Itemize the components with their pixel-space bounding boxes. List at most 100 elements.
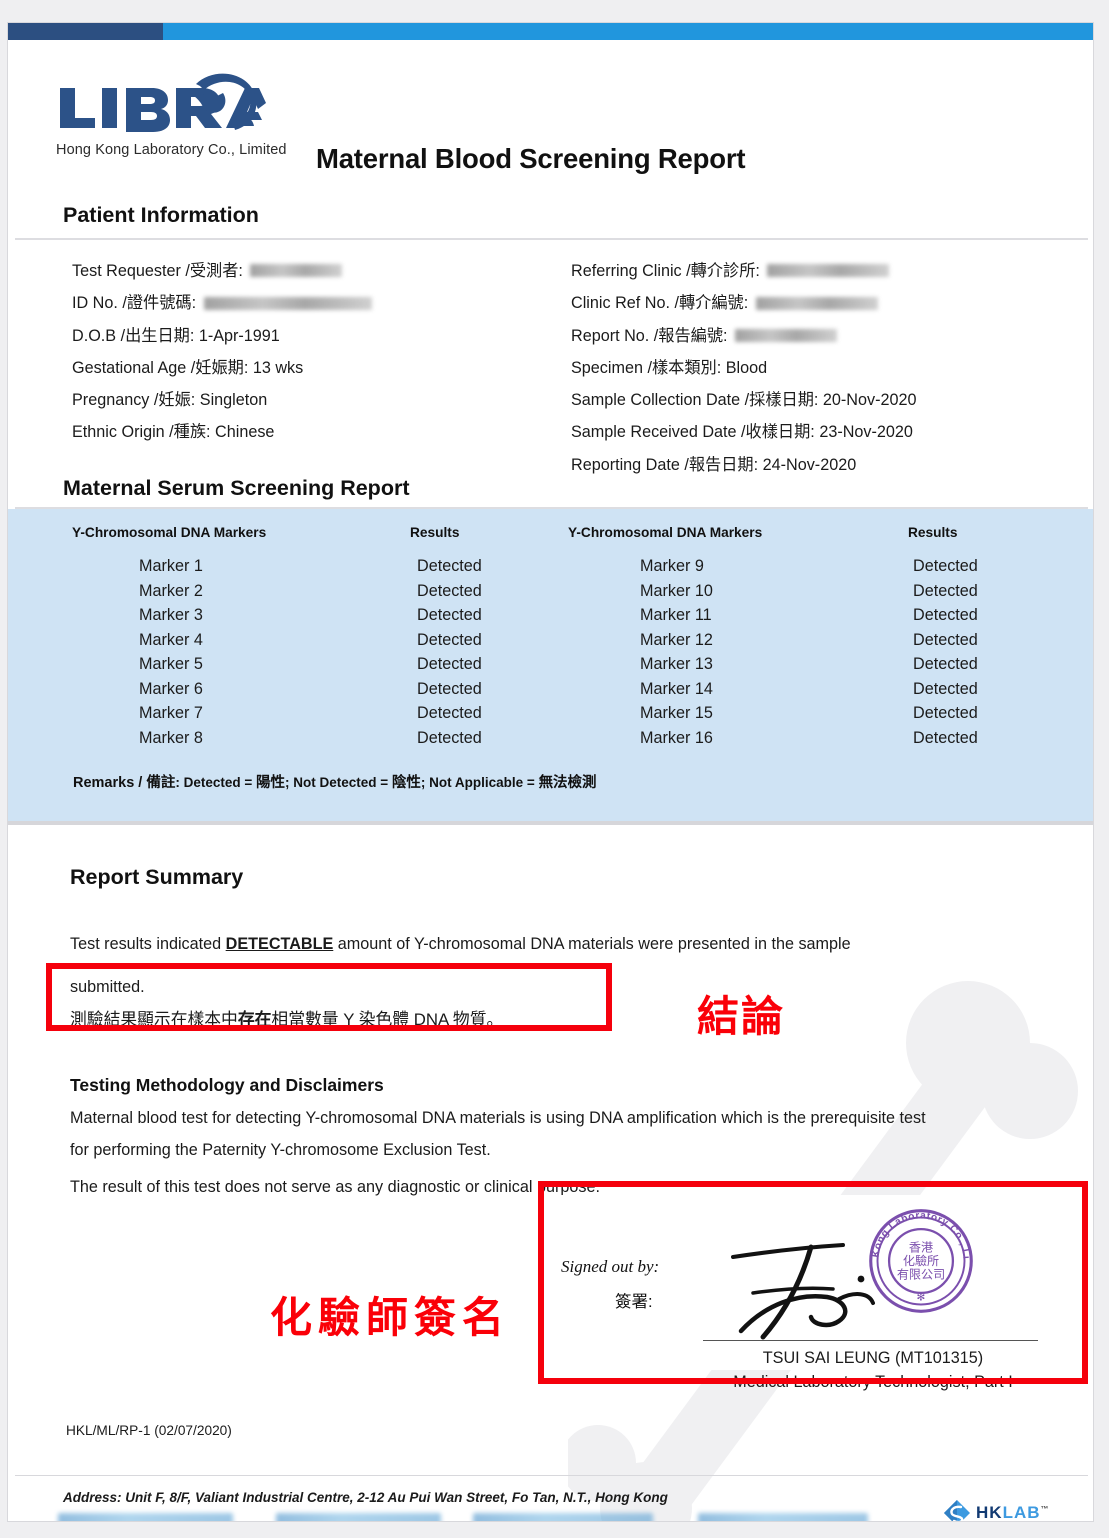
marker-results-panel: Y-Chromosomal DNA Markers Results Y-Chro… — [8, 509, 1093, 825]
marker-result-left: Detected — [417, 679, 482, 698]
patient-field-row: Sample Collection Date /採樣日期: 20-Nov-202… — [571, 384, 917, 416]
field-label: Pregnancy /妊娠: — [72, 391, 200, 410]
table-row: Marker 3 Detected Marker 11 Detected — [8, 606, 1093, 631]
field-label: ID No. /證件號碼: — [72, 294, 201, 313]
table-row: Marker 8 Detected Marker 16 Detected — [8, 729, 1093, 754]
marker-name-left: Marker 1 — [139, 557, 203, 575]
patient-field-row: Ethnic Origin /種族: Chinese — [72, 416, 372, 448]
top-bar-cyan-segment — [163, 23, 1093, 40]
marker-result-left: Detected — [417, 606, 482, 624]
field-value: 20-Nov-2020 — [822, 391, 917, 410]
field-value: 1-Apr-1991 — [198, 326, 280, 345]
patient-info-left-column: Test Requester /受測者: ID No. /證件號碼: D.O.B… — [72, 255, 372, 449]
top-bar-navy-segment — [8, 23, 163, 40]
summary-english-line: Test results indicated DETECTABLE amount… — [70, 935, 1030, 954]
table-row: Marker 5 Detected Marker 13 Detected — [8, 655, 1093, 680]
hklab-footer-logo: HKLAB™ — [943, 1499, 1050, 1522]
marker-name-left: Marker 3 — [139, 606, 203, 624]
field-label: Test Requester /受測者: — [72, 262, 248, 280]
field-value: Singleton — [199, 391, 268, 410]
marker-name-right: Marker 13 — [640, 655, 713, 673]
patient-field-row: Sample Received Date /收樣日期: 23-Nov-2020 — [571, 416, 917, 448]
logo-subtitle: Hong Kong Laboratory Co., Limited — [56, 142, 287, 158]
document-code: HKL/ML/RP-1 (02/07/2020) — [66, 1423, 232, 1438]
field-label: D.O.B /出生日期: — [72, 326, 199, 345]
redacted-value — [250, 264, 343, 278]
remarks-negative-zh: 陰性 — [391, 775, 421, 791]
patient-field-row: Reporting Date /報告日期: 24-Nov-2020 — [571, 449, 917, 481]
hklab-diamond-icon — [944, 1500, 970, 1521]
table-row: Marker 1 Detected Marker 9 Detected — [8, 557, 1093, 582]
marker-name-left: Marker 2 — [139, 581, 203, 600]
marker-result-right: Detected — [913, 557, 978, 575]
hklab-lab-text: LAB — [1002, 1503, 1041, 1522]
marker-name-left: Marker 4 — [139, 630, 203, 649]
annotation-conclusion: 結論 — [697, 992, 786, 1041]
remarks-positive-zh: 陽性 — [256, 775, 286, 791]
marker-name-right: Marker 9 — [640, 557, 704, 575]
remarks-detected-text: : Detected = — [175, 775, 257, 790]
summary-emphasis-detectable: DETECTABLE — [225, 935, 334, 953]
field-label: Reporting Date /報告日期: — [571, 455, 763, 474]
footer-contacts-redacted — [58, 1513, 868, 1521]
marker-name-right: Marker 15 — [640, 704, 713, 722]
patient-field-row: Pregnancy /妊娠: Singleton — [72, 384, 372, 416]
redacted-value — [203, 296, 372, 310]
patient-field-row: D.O.B /出生日期: 1-Apr-1991 — [72, 320, 372, 352]
column-header-results-left: Results — [410, 525, 460, 540]
markers-remarks: Remarks / 備註: Detected = 陽性; Not Detecte… — [73, 771, 597, 792]
marker-name-left: Marker 7 — [139, 704, 203, 722]
marker-result-right: Detected — [913, 728, 978, 747]
annotation-signature: 化驗師簽名 — [270, 1293, 511, 1342]
marker-result-left: Detected — [417, 557, 482, 575]
libra-logo-mark — [60, 73, 266, 132]
field-value: 13 wks — [252, 358, 304, 377]
patient-info-right-column: Referring Clinic /轉介診所: Clinic Ref No. /… — [571, 255, 917, 481]
redacted-value — [767, 264, 890, 278]
marker-result-left: Detected — [417, 630, 482, 649]
field-label: Specimen /樣本類別: — [571, 358, 726, 377]
marker-panel-bottom-rule — [8, 821, 1093, 825]
marker-result-right: Detected — [913, 630, 978, 649]
marker-result-left: Detected — [417, 655, 482, 673]
top-color-bar — [8, 23, 1093, 40]
patient-field-row: Gestational Age /妊娠期: 13 wks — [72, 352, 372, 384]
field-label: Report No. /報告編號: — [571, 326, 733, 345]
marker-name-left: Marker 6 — [139, 679, 203, 698]
patient-field-row: Test Requester /受測者: — [72, 255, 372, 287]
methodology-line-2: for performing the Paternity Y-chromosom… — [70, 1141, 491, 1159]
patient-information-heading: Patient Information — [63, 203, 259, 227]
marker-table-body: Marker 1 Detected Marker 9 Detected Marker 2… — [8, 557, 1093, 753]
marker-name-right: Marker 11 — [640, 606, 712, 624]
remarks-not-applicable-text: ; Not Applicable = — [420, 775, 539, 790]
marker-result-right: Detected — [913, 655, 978, 673]
summary-text-post: amount of Y-chromosomal DNA materials we… — [333, 935, 851, 953]
marker-result-right: Detected — [913, 679, 978, 698]
marker-name-left: Marker 5 — [139, 655, 203, 673]
marker-result-right: Detected — [913, 581, 978, 600]
serum-screening-heading: Maternal Serum Screening Report — [63, 476, 410, 500]
redacted-value — [755, 296, 878, 310]
marker-name-right: Marker 12 — [640, 630, 713, 649]
marker-result-right: Detected — [913, 704, 978, 722]
methodology-line-3: The result of this test does not serve a… — [70, 1178, 600, 1196]
patient-section-divider — [15, 238, 1088, 240]
remarks-not-detected-text: ; Not Detected = — [285, 775, 392, 790]
column-header-results-right: Results — [908, 525, 958, 540]
patient-field-row: Report No. /報告編號: — [571, 320, 917, 352]
field-label: Sample Collection Date /採樣日期: — [571, 391, 823, 410]
field-value: Chinese — [215, 423, 275, 442]
red-highlight-box-signature — [538, 1181, 1088, 1384]
summary-text-pre: Test results indicated — [70, 935, 226, 953]
table-row: Marker 2 Detected Marker 10 Detected — [8, 582, 1093, 607]
patient-field-row: ID No. /證件號碼: — [72, 287, 372, 319]
field-value: 23-Nov-2020 — [819, 423, 913, 442]
patient-field-row: Referring Clinic /轉介診所: — [571, 255, 917, 287]
footer-address: Address: Unit F, 8/F, Valiant Industrial… — [63, 1490, 668, 1505]
patient-field-row: Clinic Ref No. /轉介編號: — [571, 287, 917, 319]
remarks-label: Remarks / — [73, 775, 147, 791]
marker-result-left: Detected — [417, 728, 482, 747]
table-row: Marker 4 Detected Marker 12 Detected — [8, 631, 1093, 656]
patient-field-row: Specimen /樣本類別: Blood — [571, 352, 917, 384]
table-row: Marker 7 Detected Marker 15 Detected — [8, 704, 1093, 729]
